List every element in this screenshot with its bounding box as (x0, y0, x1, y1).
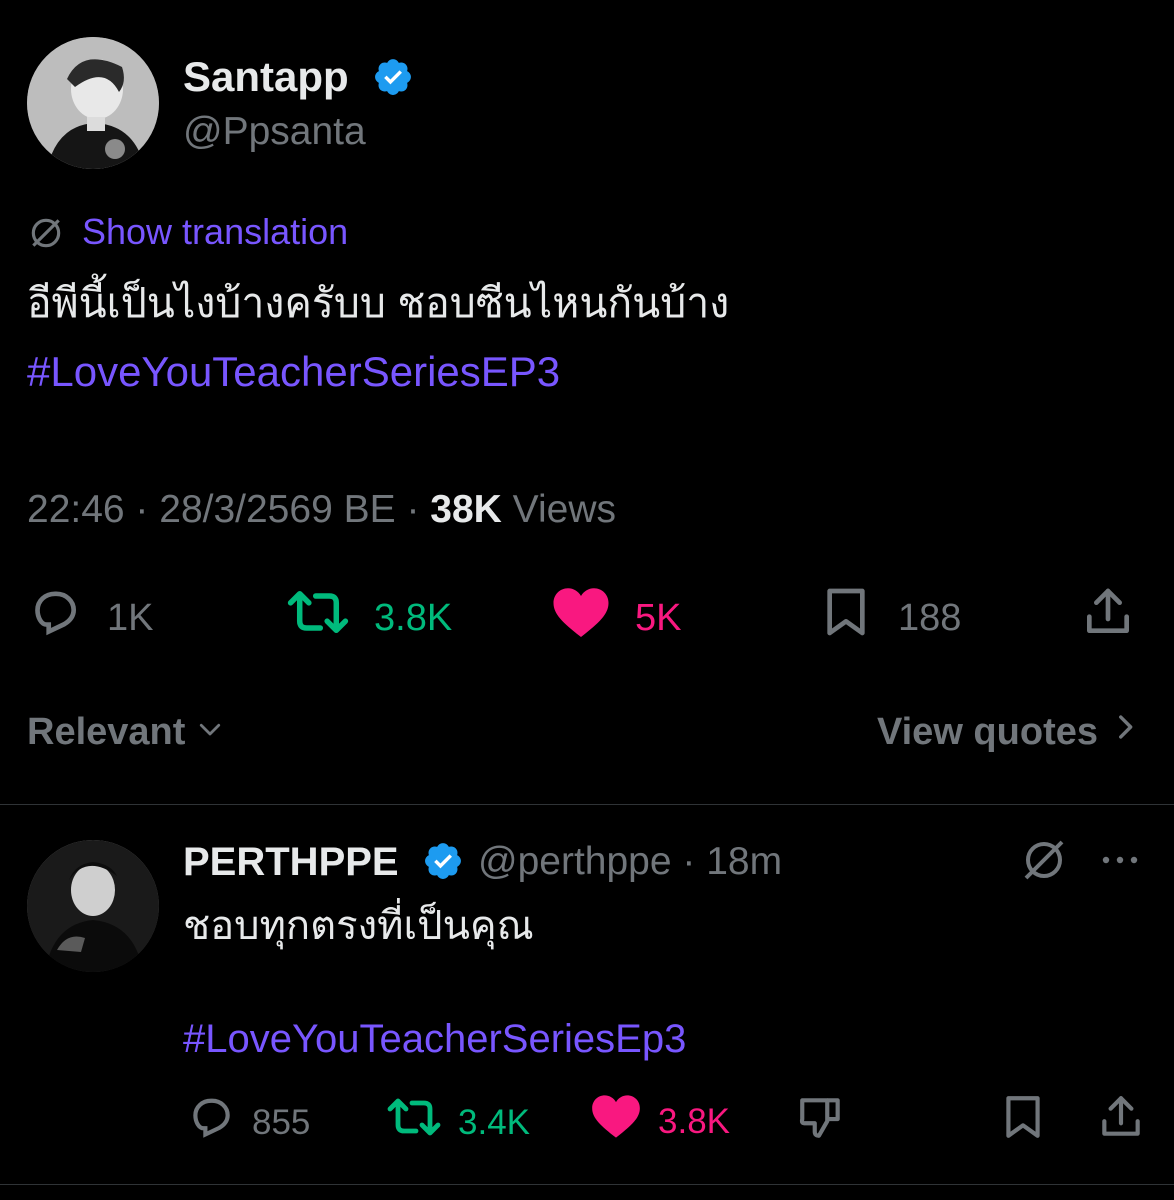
show-translation-link[interactable]: Show translation (82, 210, 348, 254)
reply-reply-count: 855 (252, 1102, 311, 1142)
chevron-right-icon (1112, 708, 1138, 756)
share-button[interactable] (1080, 584, 1136, 651)
divider (0, 1184, 1174, 1185)
reply-icon (27, 584, 83, 651)
reply-reply-button[interactable]: 855 (186, 1092, 310, 1153)
perthppe-avatar[interactable] (27, 840, 159, 972)
share-icon (1080, 584, 1136, 651)
reply-like-button[interactable]: 3.8K (590, 1092, 730, 1151)
downvote-icon (796, 1092, 846, 1153)
author-handle[interactable]: @Ppsanta (183, 108, 366, 156)
translate-icon[interactable] (1020, 836, 1068, 884)
reply-icon (186, 1092, 236, 1153)
retweet-count: 3.8K (374, 596, 453, 639)
verified-badge-icon[interactable] (372, 56, 414, 98)
tweet-text: อีพีนี้เป็นไงบ้างครับบ ชอบซีนไหนกันบ้าง (27, 280, 730, 326)
heart-icon (551, 584, 611, 651)
tweet-meta: 22:46 · 28/3/2569 BE · 38K Views (27, 487, 616, 533)
reply-button[interactable]: 1K (27, 584, 153, 651)
reply-hashtag[interactable]: #LoveYouTeacherSeriesEp3 (183, 1013, 686, 1065)
reply-text: ชอบทุกตรงที่เป็นคุณ (183, 904, 534, 948)
sort-dropdown[interactable]: Relevant (27, 708, 225, 756)
reply-like-count: 3.8K (658, 1101, 730, 1141)
reply-author-display-name[interactable]: PERTHPPE (183, 838, 399, 886)
reply-count: 1K (107, 596, 154, 639)
santapp-avatar[interactable] (27, 37, 159, 169)
bookmark-count: 188 (898, 596, 962, 639)
reply-share-button[interactable] (1096, 1092, 1146, 1153)
sort-label: Relevant (27, 711, 186, 753)
translate-icon (27, 214, 65, 252)
reply-retweet-button[interactable]: 3.4K (386, 1092, 530, 1153)
author-display-name[interactable]: Santapp (183, 52, 349, 102)
bookmark-icon (998, 1092, 1048, 1153)
retweet-icon (286, 584, 350, 651)
downvote-button[interactable] (796, 1092, 846, 1153)
reply-retweet-count: 3.4K (458, 1102, 530, 1142)
view-quotes-link[interactable]: View quotes (877, 708, 1138, 756)
retweet-icon (386, 1092, 442, 1153)
views-label: Views (501, 488, 616, 531)
reply-handle-time[interactable]: @perthppe · 18m (478, 838, 782, 886)
like-button[interactable]: 5K (551, 584, 681, 651)
share-icon (1096, 1092, 1146, 1153)
divider (0, 804, 1174, 805)
retweet-button[interactable]: 3.8K (286, 584, 452, 651)
reply-bookmark-button[interactable] (998, 1092, 1048, 1153)
verified-badge-icon[interactable] (422, 840, 464, 882)
chevron-down-icon (195, 708, 225, 756)
views-count: 38K (430, 488, 502, 531)
view-quotes-label: View quotes (876, 711, 1098, 753)
tweet-hashtag[interactable]: #LoveYouTeacherSeriesEP3 (27, 345, 560, 399)
tweet-timestamp[interactable]: 22:46 · 28/3/2569 BE · (27, 488, 430, 531)
bookmark-icon (818, 584, 874, 651)
bookmark-button[interactable]: 188 (818, 584, 961, 651)
heart-icon (590, 1092, 642, 1151)
more-icon[interactable] (1098, 846, 1142, 874)
like-count: 5K (635, 596, 682, 639)
